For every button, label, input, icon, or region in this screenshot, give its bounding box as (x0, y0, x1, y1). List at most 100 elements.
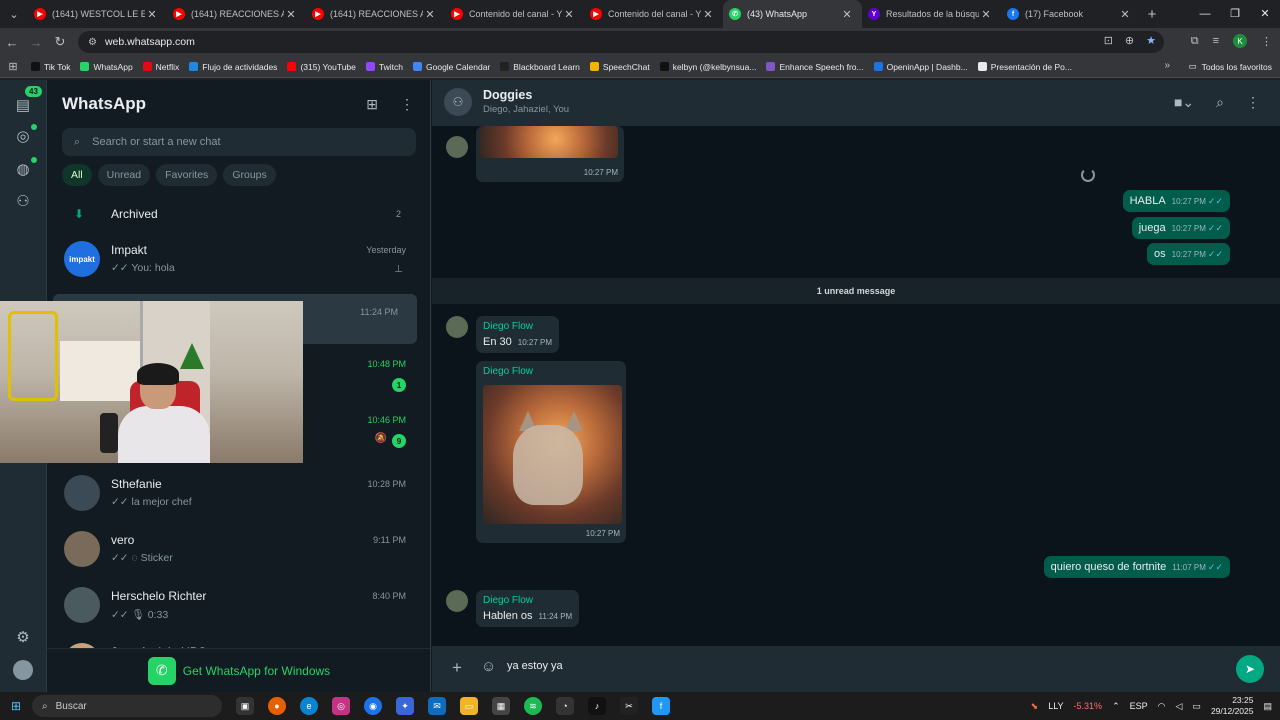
bookmark-item[interactable]: Twitch (361, 62, 408, 72)
filter-chip-groups[interactable]: Groups (223, 164, 276, 186)
new-tab-button[interactable]: + (1140, 6, 1164, 23)
stock-symbol[interactable]: LLY (1048, 701, 1063, 711)
chat-list-item[interactable]: vero ✓✓ ◌ Sticker 9:11 PM (47, 522, 430, 578)
file-explorer-icon[interactable]: ▭ (460, 697, 478, 715)
obs-icon[interactable]: ◔ (556, 697, 574, 715)
menu-icon[interactable]: ⋮ (400, 96, 414, 113)
browser-tab[interactable]: ▶ (1641) REACCIONES A MI✕ (306, 0, 445, 28)
url-field[interactable]: ⚙ web.whatsapp.com (78, 31, 1164, 53)
close-tab-icon[interactable]: ✕ (284, 8, 298, 21)
bookmark-item[interactable]: SpeechChat (585, 62, 655, 72)
browser-tab[interactable]: f (17) Facebook ✕ (1001, 0, 1140, 28)
bookmark-item[interactable]: Tik Tok (26, 62, 75, 72)
send-button[interactable]: ➤ (1236, 655, 1264, 683)
bookmark-item[interactable]: Flujo de actividades (184, 62, 282, 72)
emoji-sticker-icon[interactable]: ☺ (481, 658, 496, 675)
bookmark-item[interactable]: Netflix (138, 62, 185, 72)
minimize-icon[interactable]: — (1190, 0, 1220, 28)
incoming-message[interactable]: Diego Flow En 30 10:27 PM (476, 316, 559, 353)
bookmark-item[interactable]: OpeninApp | Dashb... (869, 62, 973, 72)
task-view-icon[interactable]: ▣ (236, 697, 254, 715)
bookmark-item[interactable]: kelbyn (@kelbynsua... (655, 62, 762, 72)
site-info-icon[interactable]: ⚙ (88, 37, 97, 48)
new-chat-icon[interactable]: ⊞ (366, 96, 378, 113)
get-windows-banner[interactable]: ✆ Get WhatsApp for Windows (47, 648, 430, 692)
extensions-icon[interactable]: ⧉ (1191, 35, 1199, 48)
close-tab-icon[interactable]: ✕ (979, 8, 993, 21)
browser-tab[interactable]: ▶ (1641) REACCIONES A MI✕ (167, 0, 306, 28)
zoom-icon[interactable]: ⊕ (1125, 34, 1134, 47)
chats-icon[interactable]: ▤ (12, 94, 34, 116)
battery-icon[interactable]: ▭ (1192, 701, 1201, 712)
instagram-icon[interactable]: ◎ (332, 697, 350, 715)
tiktok-icon[interactable]: ♪ (588, 697, 606, 715)
browser-tab[interactable]: Y Resultados de la búsqued✕ (862, 0, 1001, 28)
chrome-icon[interactable]: ◉ (364, 697, 382, 715)
stock-widget-icon[interactable]: ⬊ (1031, 701, 1039, 712)
image-message[interactable]: Diego Flow 10:27 PM (476, 361, 626, 543)
settings-icon[interactable]: ⚙ (12, 626, 34, 648)
language-indicator[interactable]: ESP (1130, 701, 1148, 711)
browser-tab[interactable]: ▶ Contenido del canal - You ✕ (445, 0, 584, 28)
notifications-icon[interactable]: ▤ (1263, 701, 1272, 712)
profile-avatar[interactable]: K (1233, 34, 1247, 48)
edge-icon[interactable]: e (300, 697, 318, 715)
app-f-icon[interactable]: f (652, 697, 670, 715)
chat-list-item[interactable]: Herschelo Richter ✓✓ 🎙 0:33 8:40 PM (47, 578, 430, 634)
store-icon[interactable]: ▦ (492, 697, 510, 715)
close-tab-icon[interactable]: ✕ (701, 8, 715, 21)
reload-icon[interactable]: ↻ (48, 34, 72, 50)
all-bookmarks-folder[interactable]: ▭ Todos los favoritos (1189, 61, 1272, 72)
more-bookmarks-icon[interactable]: » (1164, 60, 1170, 71)
attach-icon[interactable]: + (452, 658, 462, 678)
bookmark-item[interactable]: Enhance Speech fro... (761, 62, 868, 72)
browser-tab[interactable]: ▶ (1641) WESTCOL LE EXPLI✕ (28, 0, 167, 28)
filter-chip-all[interactable]: All (62, 164, 92, 186)
bookmark-item[interactable]: Google Calendar (408, 62, 495, 72)
capcut-icon[interactable]: ✂ (620, 697, 638, 715)
bookmark-item[interactable]: Blackboard Learn (495, 62, 585, 72)
close-tab-icon[interactable]: ✕ (562, 8, 576, 21)
chat-list-item[interactable]: impakt Impakt ✓✓ You: hola Yesterday ⊥ (47, 232, 430, 288)
image-thumbnail[interactable] (479, 126, 618, 158)
search-input[interactable]: ⌕ Search or start a new chat (62, 128, 416, 156)
chat-list-item[interactable]: Sthefanie ✓✓ la mejor chef 10:28 PM (47, 466, 430, 522)
restore-icon[interactable]: ❐ (1220, 0, 1250, 28)
group-avatar[interactable]: ⚇ (444, 88, 472, 116)
forward-icon[interactable]: → (24, 35, 48, 50)
taskbar-search[interactable]: ⌕ Buscar (32, 695, 222, 717)
apps-grid-icon[interactable]: ⊞ (0, 60, 26, 73)
outgoing-message[interactable]: HABLA 10:27 PM ✓✓ (1122, 190, 1230, 212)
incoming-message[interactable]: Diego Flow Hablen os 11:24 PM (476, 590, 580, 627)
image-message[interactable]: 10:27 PM (476, 126, 624, 182)
menu-icon[interactable]: ⋮ (1246, 94, 1260, 111)
close-tab-icon[interactable]: ✕ (1118, 8, 1132, 21)
browser-tab[interactable]: ▶ Contenido del canal - You ✕ (584, 0, 723, 28)
clock[interactable]: 23:25 29/12/2025 (1211, 695, 1254, 717)
bookmark-item[interactable]: WhatsApp (75, 62, 137, 72)
image-thumbnail[interactable] (483, 385, 622, 524)
profile-avatar[interactable] (13, 660, 33, 680)
conversation-header[interactable]: ⚇ Doggies Diego, Jahaziel, You ■⌄ ⌕ ⋮ (432, 80, 1280, 126)
tab-search-icon[interactable]: ⌄ (0, 0, 28, 28)
media-icon[interactable]: ≡ (1213, 35, 1219, 47)
browser-menu-icon[interactable]: ⋮ (1261, 35, 1272, 48)
back-icon[interactable]: ← (0, 35, 24, 50)
tray-overflow-icon[interactable]: ⌃ (1112, 701, 1120, 712)
communities-icon[interactable]: ⚇ (12, 190, 34, 212)
copilot-icon[interactable]: ✦ (396, 697, 414, 715)
bookmark-star-icon[interactable]: ★ (1146, 34, 1156, 47)
close-tab-icon[interactable]: ✕ (840, 8, 854, 21)
wifi-icon[interactable]: ◠ (1158, 701, 1166, 712)
spotify-icon[interactable]: ≋ (524, 697, 542, 715)
bookmark-item[interactable]: (315) YouTube (282, 62, 360, 72)
video-call-icon[interactable]: ■⌄ (1174, 94, 1194, 111)
outgoing-message[interactable]: juega 10:27 PM ✓✓ (1131, 217, 1230, 239)
start-icon[interactable]: ⊞ (0, 699, 32, 713)
close-tab-icon[interactable]: ✕ (145, 8, 159, 21)
bookmark-item[interactable]: Presentación de Po... (973, 62, 1077, 72)
mail-icon[interactable]: ✉ (428, 697, 446, 715)
outgoing-message[interactable]: quiero queso de fortnite 11:07 PM ✓✓ (1043, 556, 1230, 578)
search-icon[interactable]: ⌕ (1216, 94, 1224, 111)
message-input[interactable]: ya estoy ya (507, 660, 563, 672)
